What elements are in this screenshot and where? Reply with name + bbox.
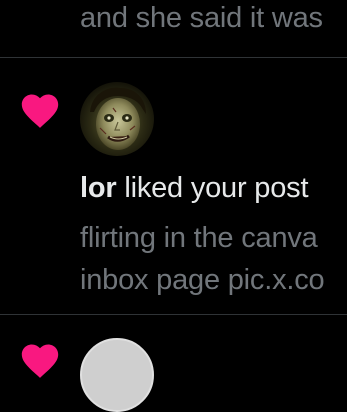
post-snippet-line-2: inbox page pic.x.co — [80, 264, 325, 296]
notification-text: lor liked your post — [80, 172, 309, 205]
heart-icon — [21, 344, 59, 378]
heart-icon — [21, 94, 59, 128]
previous-post-snippet: and she said it was — [80, 2, 323, 34]
post-snippet-line-1: flirting in the canva — [80, 222, 318, 254]
divider — [0, 57, 347, 58]
username[interactable]: lor — [80, 172, 117, 204]
divider — [0, 314, 347, 315]
avatar[interactable] — [80, 338, 154, 412]
action-text: liked your post — [124, 172, 309, 204]
avatar-image — [80, 82, 154, 156]
avatar[interactable] — [80, 82, 154, 156]
